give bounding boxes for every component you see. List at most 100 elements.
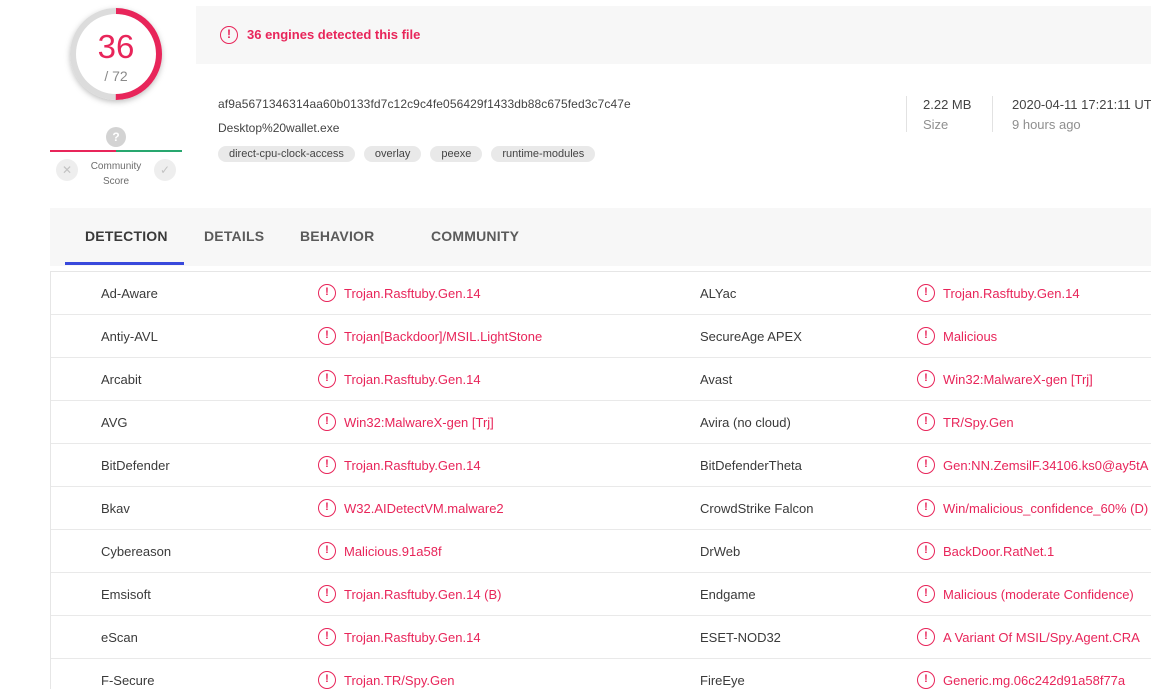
alert-circle-icon: ! [318, 370, 336, 388]
engine-name: ESET-NOD32 [700, 630, 781, 645]
engine-name: ALYac [700, 286, 737, 301]
alert-circle-icon: ! [917, 413, 935, 431]
detection-result: Trojan.Rasftuby.Gen.14 [943, 286, 1080, 301]
alert-circle-icon: ! [318, 327, 336, 345]
detection-row: AVG! Win32:MalwareX-gen [Trj] Avira (no cl… [51, 401, 1151, 444]
engine-name: eScan [101, 630, 138, 645]
alert-circle-icon: ! [318, 456, 336, 474]
file-hash[interactable]: af9a5671346314aa60b0133fd7c12c9c4fe05642… [218, 97, 631, 111]
alert-circle-icon: ! [917, 585, 935, 603]
engine-name: F-Secure [101, 673, 155, 688]
detection-result: Gen:NN.ZemsilF.34106.ks0@ay5tA [943, 458, 1149, 473]
detection-result: Generic.mg.06c242d91a58f77a [943, 673, 1126, 688]
detection-alert-banner: ! 36 engines detected this file [196, 6, 1151, 64]
detection-row: Bkav! W32.AIDetectVM.malware2 CrowdStrike … [51, 487, 1151, 530]
engine-name: Antiy-AVL [101, 329, 158, 344]
alert-circle-icon: ! [917, 628, 935, 646]
detection-row: Antiy-AVL! Trojan[Backdoor]/MSIL.LightSto… [51, 315, 1151, 358]
vote-harmful-button[interactable]: ✕ [56, 159, 78, 181]
detection-row: BitDefender! Trojan.Rasftuby.Gen.14 BitDef… [51, 444, 1151, 487]
tab-behavior[interactable]: BEHAVIOR [300, 228, 374, 244]
alert-circle-icon: ! [917, 370, 935, 388]
detection-result: Malicious [943, 329, 998, 344]
file-tag[interactable]: peexe [430, 146, 483, 162]
file-tag[interactable]: overlay [363, 146, 422, 162]
detection-score-ring: 36 / 72 [62, 4, 170, 112]
engine-total: / 72 [104, 68, 128, 84]
engine-name: SecureAge APEX [700, 329, 802, 344]
engine-name: Cybereason [101, 544, 172, 559]
detection-table: Ad-Aware! Trojan.Rasftuby.Gen.14 ALYac! Tro… [50, 271, 1151, 689]
detection-result: Trojan.Rasftuby.Gen.14 [344, 286, 481, 301]
alert-circle-icon: ! [917, 671, 935, 689]
detection-result: BackDoor.RatNet.1 [943, 544, 1055, 559]
engine-name: FireEye [700, 673, 745, 688]
detection-count: 36 [97, 28, 135, 65]
engine-name: DrWeb [700, 544, 741, 559]
file-name: Desktop%20wallet.exe [218, 121, 340, 135]
alert-circle-icon: ! [917, 327, 935, 345]
engine-name: Bkav [101, 501, 130, 516]
file-tag[interactable]: direct-cpu-clock-access [218, 146, 355, 162]
alert-circle-icon: ! [917, 456, 935, 474]
engine-name: Endgame [700, 587, 756, 602]
detection-row: Cybereason! Malicious.91a58f DrWeb! BackDoo… [51, 530, 1151, 573]
engine-name: Arcabit [101, 372, 142, 387]
community-score-help-icon[interactable]: ? [106, 127, 126, 147]
vote-harmless-button[interactable]: ✓ [154, 159, 176, 181]
detection-alert-text: 36 engines detected this file [247, 27, 421, 42]
engine-name: Avira (no cloud) [700, 415, 791, 430]
community-score-bar [50, 150, 182, 152]
file-tags: direct-cpu-clock-access overlay peexe ru… [218, 146, 596, 162]
analysis-date-ago: 9 hours ago [1012, 117, 1081, 132]
detection-result: Trojan.Rasftuby.Gen.14 (B) [344, 587, 502, 602]
detection-result: A Variant Of MSIL/Spy.Agent.CRA [943, 630, 1140, 645]
detection-result: Trojan.Rasftuby.Gen.14 [344, 630, 481, 645]
detection-result: Trojan.TR/Spy.Gen [344, 673, 455, 688]
engine-name: AVG [101, 415, 128, 430]
community-score-label-line1: Community [90, 161, 142, 172]
detection-result: Win32:MalwareX-gen [Trj] [943, 372, 1093, 387]
engine-name: Emsisoft [101, 587, 151, 602]
alert-circle-icon: ! [220, 26, 238, 44]
detection-result: TR/Spy.Gen [943, 415, 1014, 430]
tab-community[interactable]: COMMUNITY [431, 228, 519, 244]
alert-circle-icon: ! [318, 585, 336, 603]
alert-circle-icon: ! [318, 284, 336, 302]
alert-circle-icon: ! [318, 671, 336, 689]
alert-circle-icon: ! [917, 499, 935, 517]
tab-details[interactable]: DETAILS [204, 228, 264, 244]
active-tab-indicator [65, 262, 184, 265]
engine-name: Avast [700, 372, 733, 387]
detection-result: Trojan.Rasftuby.Gen.14 [344, 458, 481, 473]
alert-circle-icon: ! [917, 542, 935, 560]
detection-row: eScan! Trojan.Rasftuby.Gen.14 ESET-NOD32! A… [51, 616, 1151, 659]
detection-row: F-Secure! Trojan.TR/Spy.Gen FireEye! Generi… [51, 659, 1151, 689]
community-score-label: Community Score [82, 159, 150, 189]
tab-detection[interactable]: DETECTION [85, 228, 168, 244]
file-size-label: Size [923, 117, 949, 132]
detection-result: Trojan.Rasftuby.Gen.14 [344, 372, 481, 387]
alert-circle-icon: ! [318, 413, 336, 431]
community-score-label-line2: Score [102, 176, 130, 187]
detection-result: W32.AIDetectVM.malware2 [344, 501, 504, 516]
meta-divider [906, 96, 907, 132]
meta-divider [992, 96, 993, 132]
engine-name: Ad-Aware [101, 286, 158, 301]
detection-result: Win/malicious_confidence_60% (D) [943, 501, 1149, 516]
engine-name: CrowdStrike Falcon [700, 501, 814, 516]
detection-result: Win32:MalwareX-gen [Trj] [344, 415, 494, 430]
detection-result: Malicious (moderate Confidence) [943, 587, 1134, 602]
detection-row: Arcabit! Trojan.Rasftuby.Gen.14 Avast! Win3… [51, 358, 1151, 401]
alert-circle-icon: ! [318, 499, 336, 517]
detection-row: Ad-Aware! Trojan.Rasftuby.Gen.14 ALYac! Tro… [51, 272, 1151, 315]
engine-name: BitDefenderTheta [700, 458, 802, 473]
analysis-date-value: 2020-04-11 17:21:11 UTC [1012, 97, 1151, 112]
alert-circle-icon: ! [318, 628, 336, 646]
detection-result: Trojan[Backdoor]/MSIL.LightStone [344, 329, 543, 344]
alert-circle-icon: ! [917, 284, 935, 302]
alert-circle-icon: ! [318, 542, 336, 560]
report-tabs: DETECTION DETAILS BEHAVIOR COMMUNITY [50, 208, 1151, 266]
file-size-value: 2.22 MB [923, 97, 972, 112]
file-tag[interactable]: runtime-modules [491, 146, 596, 162]
